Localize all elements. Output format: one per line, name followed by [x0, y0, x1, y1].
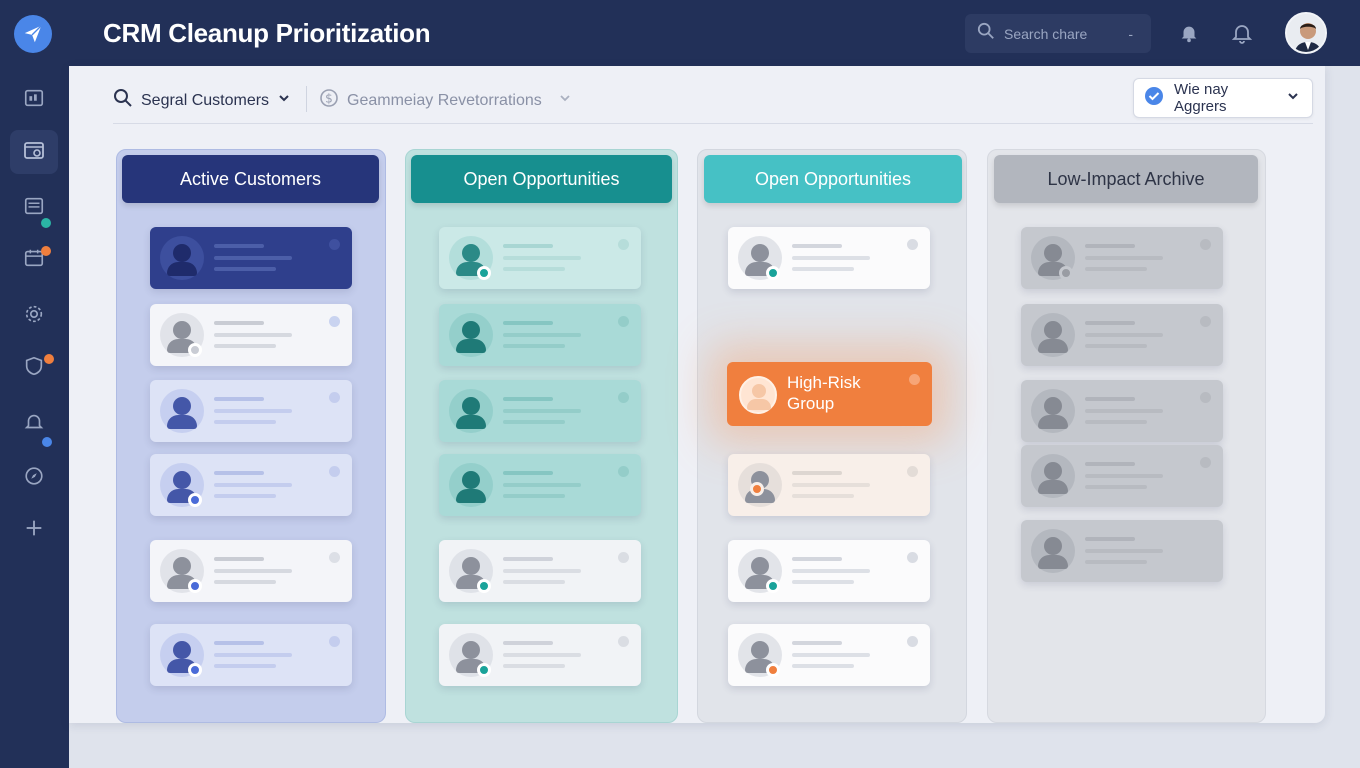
- alert-status-dot: [44, 354, 54, 364]
- column-header[interactable]: Open Opportunities: [411, 155, 672, 203]
- shield-icon: [23, 355, 45, 382]
- paper-plane-logo-icon[interactable]: [14, 15, 52, 53]
- sidebar: [0, 66, 69, 768]
- opportunity-card[interactable]: [728, 624, 930, 686]
- bell-outline-icon: [23, 411, 45, 438]
- customer-card[interactable]: [150, 454, 352, 516]
- opportunity-card[interactable]: [439, 454, 641, 516]
- second-filter-label: Geammeiay Revetorrations: [347, 91, 542, 109]
- high-risk-group-label: High-Risk Group: [787, 373, 861, 413]
- sidebar-item-explore[interactable]: [10, 456, 58, 500]
- customer-card[interactable]: [150, 624, 352, 686]
- dashboard-icon: [23, 87, 45, 114]
- archive-card[interactable]: [1021, 227, 1223, 289]
- opportunity-card[interactable]: [728, 227, 930, 289]
- column-header[interactable]: Low-Impact Archive: [994, 155, 1258, 203]
- chevron-down-icon: [558, 91, 572, 110]
- search-icon: [977, 22, 995, 45]
- notification-bell-icon[interactable]: [1229, 20, 1255, 46]
- search-input[interactable]: Search chare -: [965, 14, 1151, 53]
- view-selector-label: Wie nay Aggrers: [1174, 81, 1229, 115]
- checkmark-circle-icon: [1144, 86, 1164, 110]
- search-placeholder: Search chare: [1004, 25, 1088, 42]
- sidebar-item-add[interactable]: [10, 508, 58, 552]
- sidebar-item-settings[interactable]: [10, 294, 58, 338]
- customer-card[interactable]: [150, 380, 352, 442]
- opportunity-card[interactable]: [728, 454, 930, 516]
- chevron-down-icon: [277, 91, 291, 110]
- card-menu-dot: [909, 374, 920, 385]
- plus-icon: [23, 517, 45, 544]
- column-header[interactable]: Active Customers: [122, 155, 379, 203]
- segment-filter-label: Segral Customers: [141, 91, 270, 109]
- sidebar-item-dashboard[interactable]: [10, 78, 58, 122]
- archive-card[interactable]: [1021, 380, 1223, 442]
- blue-status-dot: [42, 437, 52, 447]
- user-avatar[interactable]: [1285, 12, 1327, 54]
- group-avatar: [739, 376, 777, 414]
- segment-filter-dropdown[interactable]: Segral Customers: [113, 88, 291, 113]
- second-filter-dropdown[interactable]: $ Geammeiay Revetorrations: [319, 88, 572, 113]
- orange-status-dot: [41, 246, 51, 256]
- chevron-down-icon: [1286, 89, 1300, 107]
- archive-card[interactable]: [1021, 304, 1223, 366]
- top-bar: CRM Cleanup Prioritization Search chare …: [0, 0, 1360, 66]
- board-icon: [22, 138, 46, 167]
- customer-card[interactable]: [150, 227, 352, 289]
- dollar-circle-icon: $: [319, 88, 339, 113]
- sidebar-item-boards[interactable]: [10, 130, 58, 174]
- archive-card[interactable]: [1021, 520, 1223, 582]
- opportunity-card[interactable]: [439, 380, 641, 442]
- customer-card[interactable]: [150, 540, 352, 602]
- high-risk-group-card[interactable]: High-Risk Group: [727, 362, 932, 426]
- opportunity-card[interactable]: [439, 540, 641, 602]
- view-selector-dropdown[interactable]: Wie nay Aggrers: [1133, 78, 1313, 118]
- gear-icon: [23, 303, 45, 330]
- table-icon: [23, 195, 45, 222]
- divider: [306, 86, 307, 112]
- svg-text:$: $: [325, 92, 333, 106]
- sidebar-item-automation[interactable]: [10, 346, 58, 390]
- bell-icon[interactable]: [1176, 20, 1202, 46]
- opportunity-card[interactable]: [439, 304, 641, 366]
- compass-icon: [23, 465, 45, 492]
- archive-card[interactable]: [1021, 445, 1223, 507]
- teal-status-dot: [41, 218, 51, 228]
- sidebar-item-calendar[interactable]: [10, 238, 58, 282]
- opportunity-card[interactable]: [439, 227, 641, 289]
- search-icon: [113, 88, 133, 113]
- page-title: CRM Cleanup Prioritization: [103, 18, 431, 48]
- opportunity-card[interactable]: [439, 624, 641, 686]
- opportunity-card[interactable]: [728, 540, 930, 602]
- column-header[interactable]: Open Opportunities: [704, 155, 962, 203]
- search-shortcut: -: [1128, 25, 1133, 42]
- customer-card[interactable]: [150, 304, 352, 366]
